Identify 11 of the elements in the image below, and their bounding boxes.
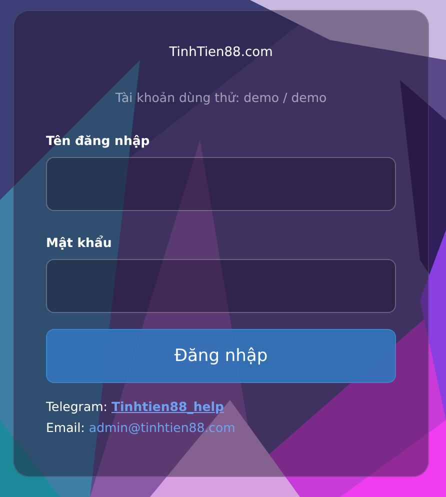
field-label: Tên đăng nhập (46, 133, 151, 148)
field-label: Mật khẩu (46, 235, 113, 250)
contact-label: Email: (46, 420, 85, 435)
input-field[interactable] (46, 259, 396, 313)
login-button[interactable]: Đăng nhập (46, 329, 396, 383)
contact-link[interactable]: Tinhtien88_help (112, 399, 224, 414)
demo-account-hint: Tài khoản dùng thử: demo / demo (115, 90, 327, 105)
contact-link[interactable]: admin@tinhtien88.com (88, 420, 236, 435)
contact-label: Telegram: (46, 399, 108, 414)
site-title: TinhTien88.com (169, 45, 273, 60)
input-field[interactable] (46, 157, 396, 211)
